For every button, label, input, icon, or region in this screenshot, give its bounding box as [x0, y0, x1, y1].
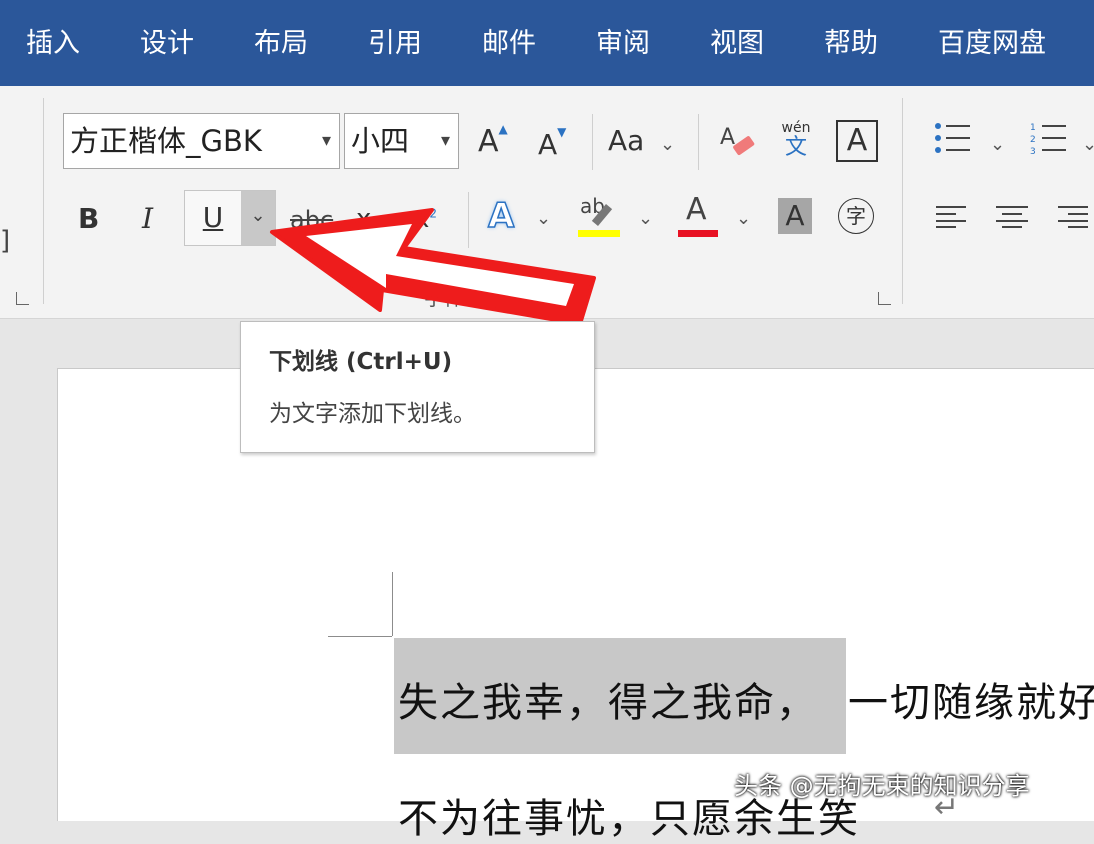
tooltip-title: 下划线 (Ctrl+U) — [269, 349, 453, 375]
tooltip-description: 为文字添加下划线。 — [269, 401, 476, 427]
watermark: 头条 @无拘无束的知识分享 — [734, 772, 1030, 800]
underline-tooltip: 下划线 (Ctrl+U) 为文字添加下划线。 — [240, 321, 595, 453]
